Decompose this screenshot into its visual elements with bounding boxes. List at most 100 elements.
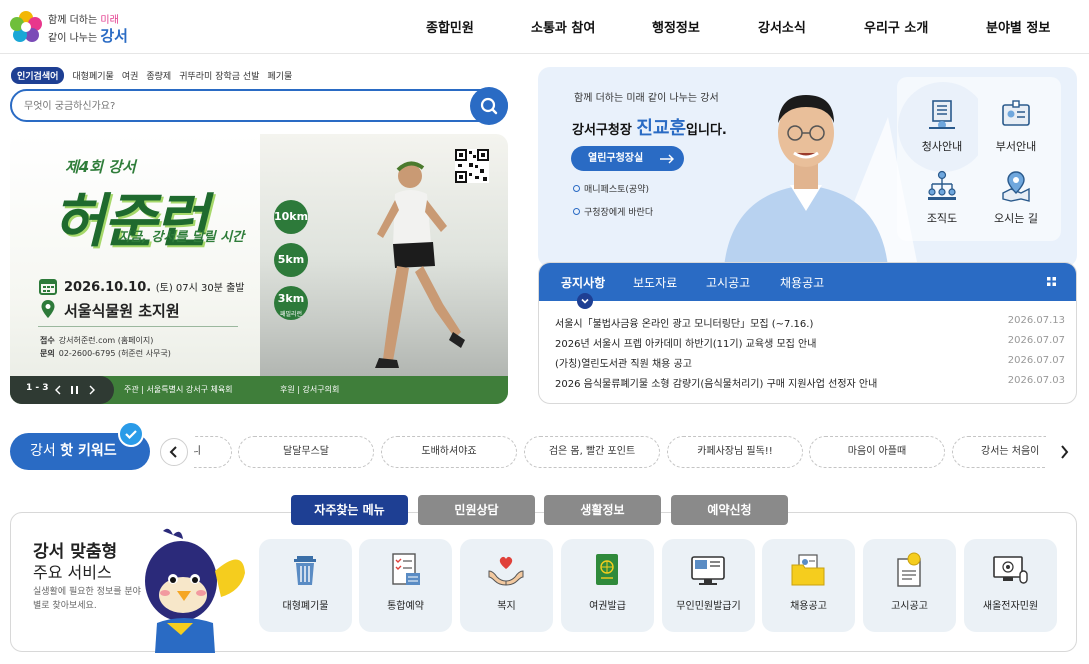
map-pin-icon: [1002, 171, 1030, 202]
chevron-right-icon: [1061, 445, 1069, 459]
notice-item[interactable]: (가칭)열린도서관 직원 채용 공고 2026.07.07: [555, 355, 1065, 373]
nav-civil-service[interactable]: 종합민원: [426, 17, 474, 36]
mayor-greeting: 함께 더하는 미래 같이 나누는 강서: [574, 93, 719, 104]
building-icon: [929, 100, 955, 129]
open-mayor-office-button[interactable]: 열린구청장실: [571, 146, 684, 171]
more-grid-icon[interactable]: [1047, 277, 1056, 286]
mascot-character-icon: [145, 528, 245, 653]
search-box: [10, 87, 508, 125]
service-public-notice[interactable]: 고시공고: [863, 539, 956, 632]
trash-can-icon: [294, 556, 316, 585]
km-badge: 10km: [274, 200, 308, 234]
keyword-prev-button[interactable]: [160, 438, 188, 466]
service-reservation[interactable]: 통합예약: [359, 539, 452, 632]
quick-building[interactable]: 청사안내: [907, 97, 977, 154]
banner-place: 서울식물원 초지원: [64, 302, 180, 320]
service-passport[interactable]: 여권발급: [561, 539, 654, 632]
tab-press[interactable]: 보도자료: [633, 274, 677, 291]
service-kiosk[interactable]: 무인민원발급기: [662, 539, 755, 632]
tab-announcement[interactable]: 고시공고: [706, 274, 750, 291]
tab-notice[interactable]: 공지사항: [561, 274, 605, 291]
chevron-left-icon: [169, 446, 177, 458]
keyword-next-button[interactable]: [1052, 438, 1078, 466]
banner-pager[interactable]: 1 - 3: [10, 376, 114, 404]
keyword-carousel: 니 달달무스달 도배하셔야죠 검은 몸, 빨간 포인트 카페사장님 필독!! 마…: [194, 436, 1046, 468]
org-chart-icon: [928, 170, 956, 200]
keyword-chip[interactable]: 달달무스달: [238, 436, 374, 468]
popular-term[interactable]: 대형폐기물: [72, 69, 113, 82]
keyword-chip[interactable]: 니: [194, 436, 232, 468]
suggestion-link[interactable]: 구청장에게 바란다: [572, 205, 653, 218]
certificate-icon: [897, 552, 921, 587]
tab-civil-consult[interactable]: 민원상담: [418, 495, 535, 525]
kiosk-icon: [691, 556, 725, 585]
popular-term[interactable]: 여권: [122, 69, 139, 82]
popular-term[interactable]: 종량제: [146, 69, 171, 82]
notice-item[interactable]: 서울시「불법사금융 온라인 광고 모니터링단」모집 (~7.16.) 2026.0…: [555, 315, 1065, 333]
nav-field-info[interactable]: 분야별 정보: [986, 17, 1050, 36]
folder-icon: [791, 554, 825, 586]
quick-department[interactable]: 부서안내: [981, 97, 1051, 154]
tab-life-info[interactable]: 생활정보: [544, 495, 661, 525]
calendar-icon: [39, 279, 57, 295]
site-logo[interactable]: 함께 더하는 미래 같이 나누는 강서: [8, 7, 138, 47]
checklist-icon: [392, 553, 420, 585]
popular-label: 인기검색어: [11, 66, 65, 84]
chevron-down-icon: [577, 293, 593, 309]
popular-term[interactable]: 귀뚜라미 장학금 선발: [179, 69, 259, 82]
notice-item[interactable]: 2026년 서울시 프렙 아카데미 하반기(11기) 교육생 모집 안내 2026…: [555, 335, 1065, 353]
banner-divider: [38, 326, 238, 327]
quick-links-box: 청사안내 부서안내 조직도 오시는 길: [897, 77, 1061, 241]
service-welfare[interactable]: 복지: [460, 539, 553, 632]
km-badge: 5km: [274, 243, 308, 277]
id-card-icon: [1002, 100, 1030, 126]
popular-term[interactable]: 폐기물: [267, 69, 292, 82]
service-bulky-waste[interactable]: 대형폐기물: [259, 539, 352, 632]
logo-flower-icon: [10, 11, 42, 42]
custom-services-panel: 강서 맞춤형 주요 서비스 실생활에 필요한 정보를 분야별로 찾아보세요. 대…: [10, 512, 1077, 653]
keyword-chip[interactable]: 도배하셔야죠: [381, 436, 517, 468]
banner-page-count: 1 - 3: [26, 383, 49, 393]
popular-keywords: 인기검색어 대형폐기물 여권 종량제 귀뚜라미 장학금 선발 폐기물: [11, 66, 292, 84]
tab-reservation[interactable]: 예약신청: [671, 495, 788, 525]
nav-about[interactable]: 우리구 소개: [864, 17, 928, 36]
service-recruitment[interactable]: 채용공고: [762, 539, 855, 632]
check-badge-icon: [118, 421, 144, 447]
computer-icon: [993, 556, 1028, 584]
banner-sponsor: 후원 | 강서구의회: [280, 385, 340, 394]
mayor-panel: 함께 더하는 미래 같이 나누는 강서 강서구청장 진교훈입니다. 열린구청장실…: [538, 67, 1077, 267]
notice-board: 공지사항 보도자료 고시공고 채용공고 서울시「불법사금융 온라인 광고 모니터…: [538, 262, 1077, 404]
tab-frequent-menu[interactable]: 자주찾는 메뉴: [291, 495, 408, 525]
services-subheading: 주요 서비스: [33, 563, 112, 582]
search-button[interactable]: [470, 87, 508, 125]
manifesto-link[interactable]: 매니페스토(공약): [573, 182, 649, 195]
banner-info: 접수 강서허준런.com (홈페이지) 문의 02-2600-6795 (허준런 사…: [40, 336, 171, 358]
quick-org-chart[interactable]: 조직도: [907, 169, 977, 226]
banner-title: 허준런: [52, 187, 208, 255]
mayor-title: 강서구청장 진교훈입니다.: [572, 118, 727, 139]
notice-item[interactable]: 2026 음식물류폐기물 소형 감량기(음식물처리기) 구매 지원사업 선정자 …: [555, 375, 1065, 393]
banner-control-icons[interactable]: [54, 384, 98, 396]
keyword-chip[interactable]: 카페사장님 필독!!: [667, 436, 803, 468]
runner-image: [375, 161, 465, 368]
banner-date: 2026.10.10. (토) 07시 30분 출발: [64, 280, 245, 295]
banner-subtitle: 지금, 강서를 달릴 시간: [118, 230, 245, 245]
passport-icon: [596, 554, 618, 585]
nav-admin-info[interactable]: 행정정보: [652, 17, 700, 36]
search-input[interactable]: [24, 97, 454, 115]
search-icon: [480, 97, 498, 115]
service-e-civil[interactable]: 새올전자민원: [964, 539, 1057, 632]
keyword-chip[interactable]: 마음이 아플때: [809, 436, 945, 468]
quick-directions[interactable]: 오시는 길: [981, 169, 1051, 226]
nav-news[interactable]: 강서소식: [758, 17, 806, 36]
banner-footer: 1 - 3 주관 | 서울특별시 강서구 체육회 후원 | 강서구의회: [10, 376, 508, 404]
arrow-right-icon: [660, 154, 674, 164]
qr-code-icon: [455, 149, 489, 183]
location-pin-icon: [41, 300, 55, 318]
keyword-chip[interactable]: 강서는 처음이: [952, 436, 1046, 468]
nav-communication[interactable]: 소통과 참여: [531, 17, 595, 36]
banner-host: 주관 | 서울특별시 강서구 체육회: [124, 385, 233, 394]
main-banner[interactable]: 제4회 강서 허준런 지금, 강서를 달릴 시간 2026.10.10. (토)…: [10, 134, 508, 404]
keyword-chip[interactable]: 검은 몸, 빨간 포인트: [524, 436, 660, 468]
tab-recruitment[interactable]: 채용공고: [780, 274, 824, 291]
